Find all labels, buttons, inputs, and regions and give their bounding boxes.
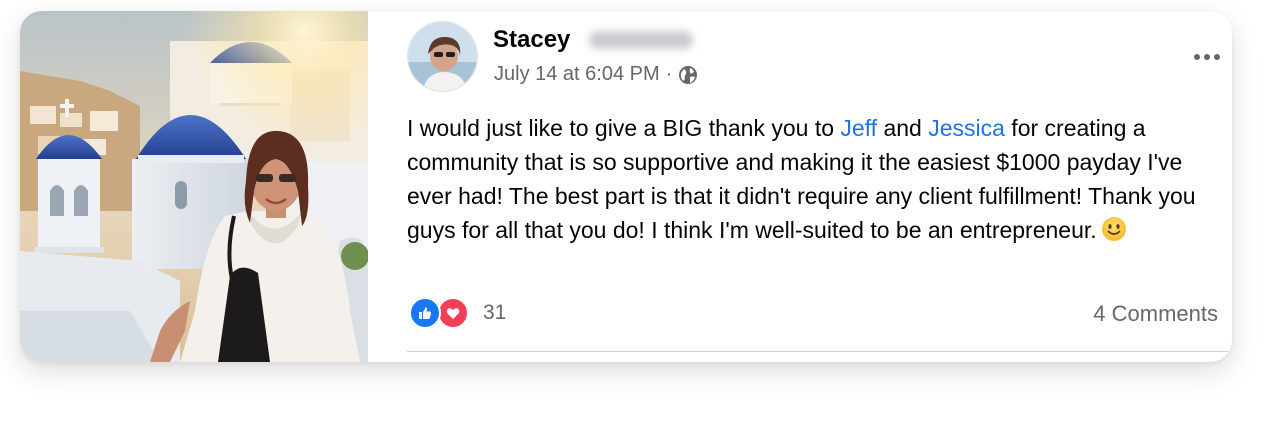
post-text-part-1: I would just like to give a BIG thank yo… (407, 115, 841, 141)
reaction-count: 31 (483, 301, 507, 324)
post-text-part-2: and (877, 115, 929, 141)
author-name[interactable]: Stacey (493, 26, 570, 54)
mention-jeff[interactable]: Jeff (840, 115, 877, 141)
post-timestamp[interactable]: July 14 at 6:04 PM (494, 63, 660, 86)
action-bar-divider (407, 351, 1232, 352)
dot (1194, 54, 1200, 60)
love-icon (437, 297, 469, 329)
reactions-summary[interactable]: 31 (409, 297, 506, 329)
comments-count-link[interactable]: 4 Comments (1093, 301, 1218, 327)
post-photo[interactable] (20, 11, 368, 362)
dot (1204, 54, 1210, 60)
like-icon (409, 297, 441, 329)
post-meta: July 14 at 6:04 PM · (494, 63, 698, 86)
post-content: Stacey July 14 at 6:04 PM · I would just… (388, 11, 1232, 362)
post-card: Stacey July 14 at 6:04 PM · I would just… (20, 11, 1232, 362)
slightly-smiling-face-emoji (1101, 216, 1127, 251)
author-last-name-redacted (589, 31, 693, 49)
globe-icon[interactable] (678, 65, 698, 85)
post-body: I would just like to give a BIG thank yo… (407, 111, 1217, 251)
avatar-image (408, 22, 477, 91)
santorini-photo-illustration (20, 11, 368, 362)
author-avatar[interactable] (407, 21, 478, 92)
mention-jessica[interactable]: Jessica (928, 115, 1005, 141)
dot (1214, 54, 1220, 60)
meta-separator: · (665, 63, 673, 85)
more-options-icon[interactable] (1190, 51, 1224, 63)
